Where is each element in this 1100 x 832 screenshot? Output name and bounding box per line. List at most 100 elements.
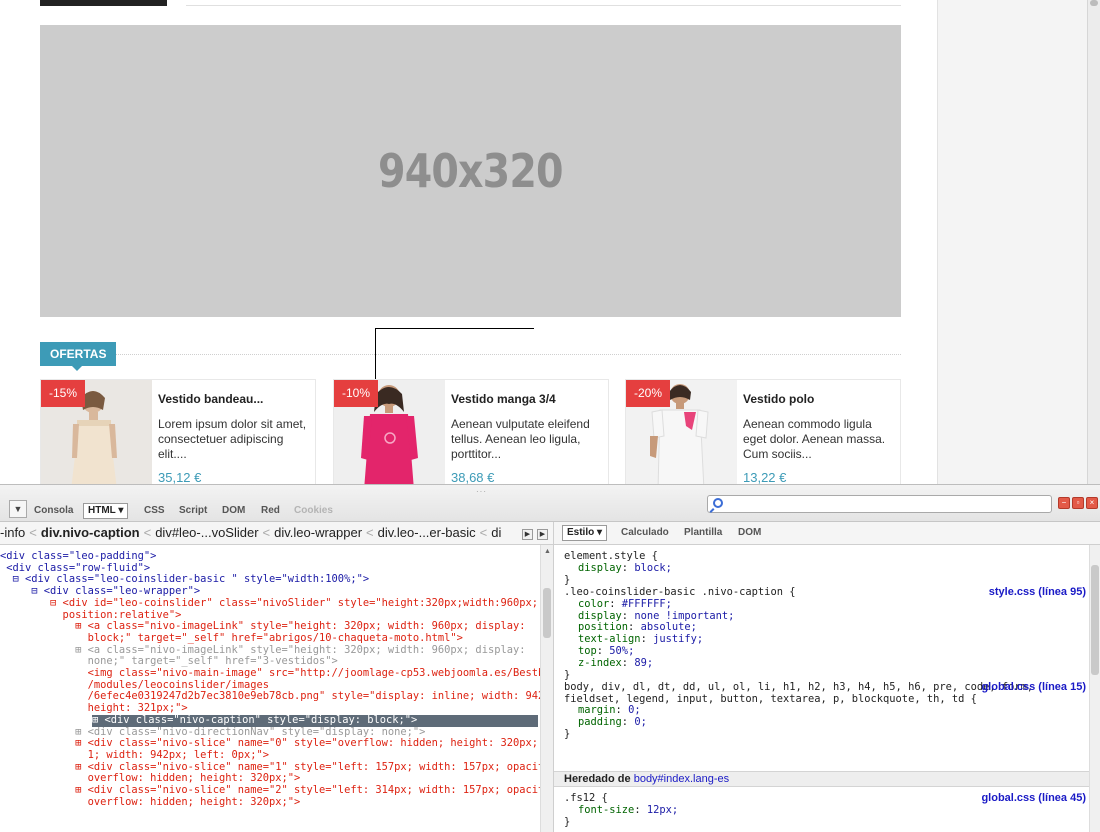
- page-scrollbar[interactable]: [1087, 0, 1100, 484]
- css-property[interactable]: font-size: 12px;: [578, 804, 678, 817]
- tab-net[interactable]: Red: [261, 504, 280, 518]
- css-property-name[interactable]: position: [578, 621, 628, 633]
- header-divider: [186, 5, 901, 6]
- html-tree-scrollbar[interactable]: ▲: [540, 545, 553, 832]
- html-node[interactable]: block;" target="_self" href="abrigos/10-…: [0, 632, 463, 645]
- product-name[interactable]: Vestido manga 3/4: [451, 392, 556, 406]
- breadcrumb-scroll-end-icon[interactable]: ▶: [537, 529, 548, 540]
- tab-cookies[interactable]: Cookies: [294, 504, 333, 518]
- html-tree-panel[interactable]: <div class="leo-padding"> <div class="ro…: [0, 545, 553, 832]
- devtools-search-input[interactable]: [728, 497, 1048, 511]
- css-property[interactable]: display: block;: [578, 562, 672, 575]
- css-property-name[interactable]: display: [578, 562, 622, 574]
- product-description: Aenean commodo ligula eget dolor. Aenean…: [743, 417, 886, 461]
- css-rule-close: }: [564, 815, 571, 828]
- tab-style[interactable]: Estilo ▾: [562, 525, 608, 541]
- css-property-name[interactable]: margin: [578, 704, 616, 716]
- breadcrumb-item[interactable]: div.leo-...er-basic: [378, 525, 476, 540]
- style-panel-scrollbar-thumb[interactable]: [1091, 565, 1099, 675]
- css-colon: :: [640, 633, 654, 646]
- html-node[interactable]: <img class="nivo-main-image" src="http:/…: [0, 667, 553, 680]
- style-rules-panel[interactable]: Heredado de body#index.lang-es element.s…: [553, 545, 1100, 832]
- css-property-value[interactable]: 0;: [628, 704, 641, 716]
- css-property-value[interactable]: justify;: [653, 633, 703, 645]
- inherited-target-link[interactable]: body#index.lang-es: [634, 773, 729, 785]
- page-right-gutter: [937, 0, 1087, 484]
- html-tree-scrollbar-thumb[interactable]: [543, 588, 551, 638]
- tab-side-dom[interactable]: DOM: [738, 526, 761, 540]
- product-card[interactable]: -15% Vestido bandeau... Lorem ipsum dolo…: [40, 379, 316, 484]
- breadcrumb-separator: <: [262, 525, 271, 540]
- scroll-up-icon[interactable]: ▲: [544, 548, 551, 555]
- close-icon[interactable]: ×: [1086, 497, 1098, 509]
- html-node[interactable]: ⊞ <div class="nivo-slice" name="2" style…: [0, 784, 553, 797]
- slider-placeholder-text: 940x320: [378, 144, 564, 198]
- devtools-menu-button[interactable]: ▼: [9, 500, 27, 518]
- css-property-value[interactable]: 89;: [634, 657, 653, 669]
- product-name[interactable]: Vestido bandeau...: [158, 392, 263, 406]
- breadcrumb-separator: <: [366, 525, 374, 540]
- page-scrollbar-thumb[interactable]: [1090, 0, 1098, 6]
- html-node[interactable]: ⊟ <div id="leo-coinslider" class="nivoSl…: [0, 597, 538, 610]
- discount-badge: -20%: [626, 380, 671, 407]
- css-property[interactable]: padding: 0;: [578, 716, 647, 729]
- css-source-link[interactable]: global.css (línea 15): [981, 681, 1086, 694]
- css-property-value[interactable]: 50%;: [609, 645, 634, 657]
- css-property[interactable]: z-index: 89;: [578, 657, 653, 670]
- tab-console[interactable]: Consola: [34, 504, 73, 518]
- css-colon: :: [621, 716, 635, 729]
- css-property-name[interactable]: display: [578, 610, 622, 622]
- css-property-name[interactable]: padding: [578, 716, 622, 728]
- tab-layout[interactable]: Plantilla: [684, 526, 722, 540]
- breadcrumb-item[interactable]: -info: [0, 525, 25, 540]
- breadcrumb-item-current[interactable]: div.nivo-caption: [41, 525, 140, 540]
- html-node[interactable]: 1; width: 942px; left: 0px;">: [0, 749, 269, 762]
- product-price: 13,22 €: [743, 470, 787, 484]
- css-property-value[interactable]: block;: [634, 562, 672, 574]
- tab-computed[interactable]: Calculado: [621, 526, 669, 540]
- devtools-panel: ··· ▼ Consola HTML ▾ CSS Script DOM Red …: [0, 484, 1100, 832]
- tab-script[interactable]: Script: [179, 504, 207, 518]
- browser-viewport: 940x320 OFERTAS -15% Vestido bandeau... …: [0, 0, 1100, 484]
- css-source-link[interactable]: global.css (línea 45): [981, 792, 1086, 805]
- minimize-icon[interactable]: −: [1058, 497, 1070, 509]
- css-property-name[interactable]: top: [578, 645, 597, 657]
- breadcrumb-item[interactable]: div.leo-wrapper: [274, 525, 362, 540]
- css-source-link[interactable]: style.css (línea 95): [989, 586, 1086, 599]
- dom-breadcrumb: -info < div.nivo-caption < div#leo-...voSlid…: [0, 522, 553, 545]
- breadcrumb-item[interactable]: di: [491, 525, 501, 540]
- style-panel-scrollbar[interactable]: [1089, 545, 1100, 832]
- image-slider[interactable]: 940x320: [40, 25, 901, 317]
- html-node[interactable]: <div class="leo-padding">: [0, 550, 156, 563]
- tab-html[interactable]: HTML ▾: [83, 503, 129, 519]
- css-selector[interactable]: body, div, dl, dt, dd, ul, ol, li, h1, h…: [564, 681, 1033, 694]
- devtools-search[interactable]: [707, 495, 1052, 513]
- product-card[interactable]: -20% Vestido polo Aenean commodo ligula …: [625, 379, 901, 484]
- css-rule-close: }: [564, 573, 571, 586]
- css-property-name[interactable]: text-align: [578, 633, 641, 645]
- css-property-name[interactable]: font-size: [578, 804, 634, 816]
- css-property-value[interactable]: 0;: [634, 716, 647, 728]
- product-description: Aenean vulputate eleifend tellus. Aenean…: [451, 417, 590, 461]
- css-property-name[interactable]: z-index: [578, 657, 622, 669]
- css-property-value[interactable]: absolute;: [641, 621, 697, 633]
- product-description: Lorem ipsum dolor sit amet, consectetuer…: [158, 417, 307, 461]
- site-logo[interactable]: [40, 0, 167, 6]
- css-property-value[interactable]: #FFFFFF;: [622, 598, 672, 610]
- product-card[interactable]: -10% Vestido manga 3/4 Aenean vulputate …: [333, 379, 609, 484]
- css-colon: :: [628, 621, 641, 634]
- html-node-selected[interactable]: ⊞ <div class="nivo-caption" style="displ…: [92, 714, 538, 727]
- product-name[interactable]: Vestido polo: [743, 392, 814, 406]
- panel-resize-grip-icon[interactable]: ···: [476, 487, 487, 496]
- breadcrumb-item[interactable]: div#leo-...voSlider: [155, 525, 258, 540]
- html-node[interactable]: overflow: hidden; height: 320px;">: [0, 796, 301, 809]
- tab-css[interactable]: CSS: [144, 504, 165, 518]
- detach-icon[interactable]: ▫: [1072, 497, 1084, 509]
- breadcrumb-scroll-right-icon[interactable]: ▶: [522, 529, 533, 540]
- offers-section-title: OFERTAS: [40, 342, 117, 371]
- product-price: 35,12 €: [158, 470, 202, 484]
- css-property-value[interactable]: 12px;: [647, 804, 678, 816]
- css-property-value[interactable]: none !important;: [634, 610, 734, 622]
- tab-dom[interactable]: DOM: [222, 504, 245, 518]
- css-property-name[interactable]: color: [578, 598, 609, 610]
